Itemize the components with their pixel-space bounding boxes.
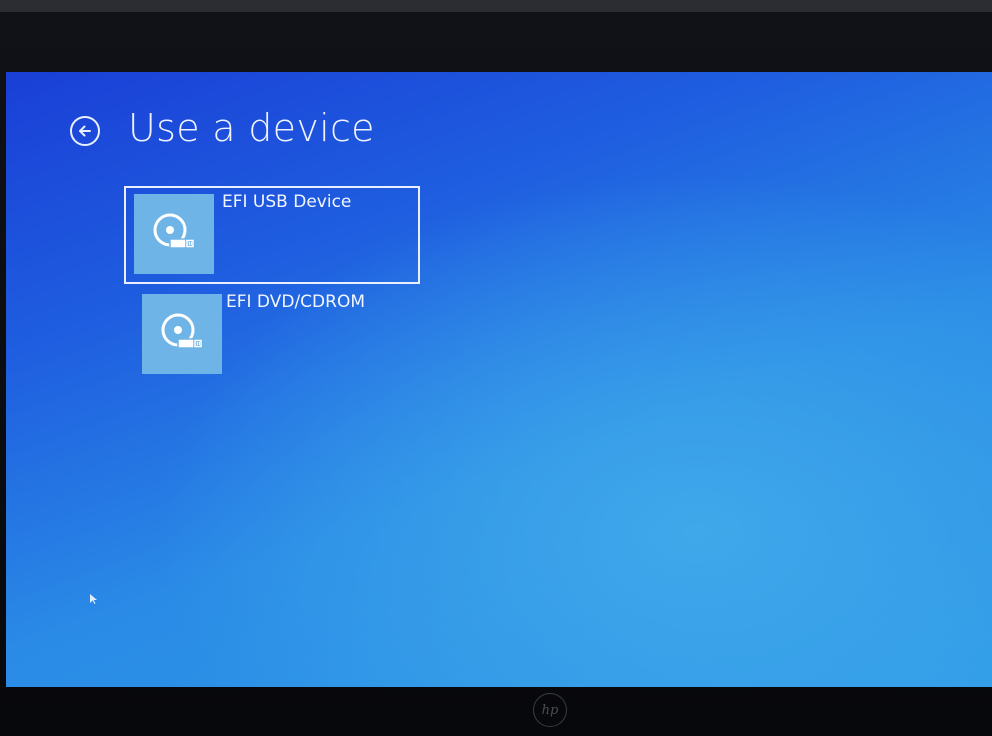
device-label: EFI USB Device [222, 192, 352, 212]
monitor-bezel: Use a device EFI USB Device EFI DVD/CDRO… [0, 0, 992, 736]
device-icon-tile [142, 294, 222, 374]
disc-drive-icon [161, 313, 202, 349]
bezel-top-strip [0, 0, 992, 12]
boot-options-screen: Use a device EFI USB Device EFI DVD/CDRO… [6, 72, 992, 687]
back-arrow-icon [79, 125, 91, 137]
page-title: Use a device [128, 106, 375, 150]
disc-drive-icon [153, 213, 194, 249]
device-label: EFI DVD/CDROM [226, 292, 365, 312]
back-button[interactable] [70, 116, 100, 146]
mouse-cursor-icon [90, 594, 97, 604]
brand-logo: hp [533, 693, 567, 727]
device-icon-tile [134, 194, 214, 274]
device-tile-efi-dvd[interactable]: EFI DVD/CDROM [136, 288, 432, 386]
device-tile-efi-usb[interactable]: EFI USB Device [124, 186, 420, 284]
